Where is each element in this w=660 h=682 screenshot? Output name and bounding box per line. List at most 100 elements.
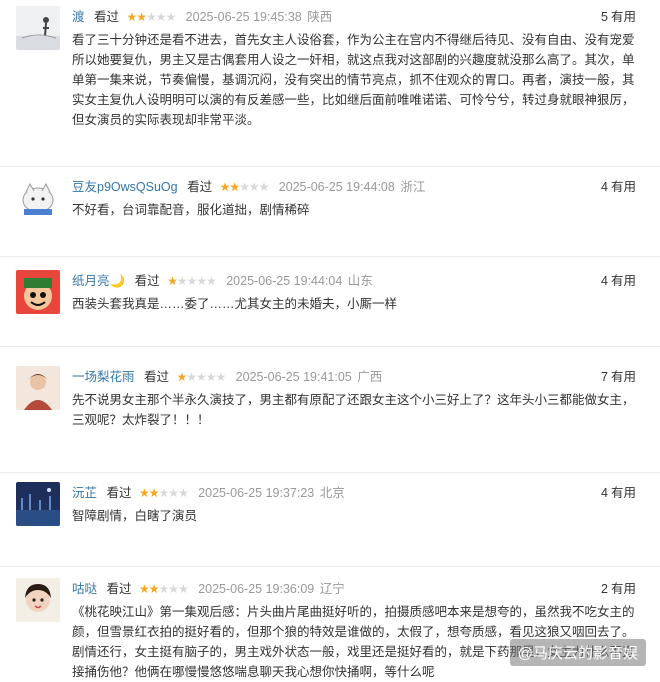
- useful-vote[interactable]: 4 有用: [601, 178, 636, 196]
- seen-label: 看过: [134, 274, 160, 288]
- comment-item: 纸月亮🌙 看过 ★★★★★ 2025-06-25 19:44:04 山东 4 有用…: [0, 264, 660, 347]
- vote-label: 有用: [610, 486, 636, 500]
- star-icon: ★: [146, 10, 157, 24]
- seen-label: 看过: [187, 180, 213, 194]
- star-icon: ★: [196, 370, 207, 384]
- vote-count: 4: [601, 180, 608, 194]
- avatar[interactable]: [16, 578, 60, 622]
- seen-label: 看过: [106, 486, 132, 500]
- rating-stars: ★★★★★: [167, 274, 218, 288]
- comment-text: 看了三十分钟还是看不进去，首先女主人设俗套，作为公主在宫内不得继后待见、没有自由…: [72, 33, 635, 127]
- useful-vote[interactable]: 4 有用: [601, 272, 636, 290]
- rating-stars: ★★★★★: [139, 582, 190, 596]
- star-icon: ★: [136, 10, 147, 24]
- useful-vote[interactable]: 7 有用: [601, 368, 636, 386]
- vote-label: 有用: [610, 10, 636, 24]
- comment-text: 西装头套我真是……委了……尤其女主的未婚夫，小厮一样: [72, 297, 398, 311]
- star-icon: ★: [176, 370, 188, 384]
- rating-stars: ★★★★★: [127, 10, 178, 24]
- vote-count: 4: [601, 486, 608, 500]
- vote-count: 2: [601, 582, 608, 596]
- vote-count: 7: [601, 370, 608, 384]
- star-icon: ★: [176, 274, 188, 288]
- vote-label: 有用: [610, 582, 636, 596]
- comment-item: 沅芷 看过 ★★★★★ 2025-06-25 19:37:23 北京 4 有用 智…: [0, 476, 660, 567]
- comment-item: 一场梨花雨 看过 ★★★★★ 2025-06-25 19:41:05 广西 7有…: [0, 360, 660, 473]
- avatar[interactable]: [16, 366, 60, 410]
- star-icon: ★: [205, 370, 217, 384]
- comment-time: 2025-06-25 19:44:08: [278, 180, 395, 194]
- avatar[interactable]: [16, 482, 60, 526]
- star-icon: ★: [186, 274, 198, 288]
- star-icon: ★: [178, 486, 189, 500]
- avatar[interactable]: [16, 176, 60, 220]
- star-icon: ★: [158, 582, 170, 596]
- comment-meta: 沅芷 看过 ★★★★★ 2025-06-25 19:37:23 北京: [72, 484, 345, 502]
- star-icon: ★: [148, 486, 160, 500]
- comment-item: 渡 看过 ★★★★★ 2025-06-25 19:45:38 陕西 5 有用 看了…: [0, 0, 660, 167]
- comment-text: 先不说男女主那个半永久演技了，男主都有原配了还跟女主这个小三好上了？这年头小三都…: [72, 393, 635, 427]
- vote-label: 有用: [610, 370, 636, 384]
- useful-vote[interactable]: 5 有用: [601, 8, 636, 26]
- username-link[interactable]: 渡: [72, 10, 85, 24]
- watermark: @马庆云的影音娱: [509, 639, 646, 666]
- useful-vote[interactable]: 2 有用: [601, 580, 636, 598]
- comment-location: 辽宁: [319, 582, 345, 596]
- star-icon: ★: [168, 582, 179, 596]
- comment-time: 2025-06-25 19:36:09: [198, 582, 315, 596]
- vote-count: 5: [601, 10, 608, 24]
- comment-text: 不好看，台词靠配音，服化道拙，剧情稀碎: [72, 203, 310, 217]
- star-icon: ★: [258, 180, 270, 194]
- star-icon: ★: [215, 370, 227, 384]
- comment-time: 2025-06-25 19:44:04: [226, 274, 343, 288]
- rating-stars: ★★★★★: [220, 180, 271, 194]
- star-icon: ★: [196, 274, 207, 288]
- star-icon: ★: [178, 582, 189, 596]
- star-icon: ★: [248, 180, 260, 194]
- comment-location: 北京: [319, 486, 345, 500]
- comment-text: 智障剧情，白瞎了演员: [72, 509, 198, 523]
- star-icon: ★: [168, 486, 179, 500]
- star-icon: ★: [158, 486, 170, 500]
- star-icon: ★: [139, 486, 150, 500]
- comment-meta: 豆友p9OwsQSuOg 看过 ★★★★★ 2025-06-25 19:44:0…: [72, 178, 425, 196]
- comment-meta: 渡 看过 ★★★★★ 2025-06-25 19:45:38 陕西: [72, 8, 332, 26]
- vote-count: 4: [601, 274, 608, 288]
- vote-label: 有用: [610, 180, 636, 194]
- comment-meta: 纸月亮🌙 看过 ★★★★★ 2025-06-25 19:44:04 山东: [72, 272, 373, 290]
- comment-meta: 一场梨花雨 看过 ★★★★★ 2025-06-25 19:41:05 广西: [72, 368, 382, 386]
- star-icon: ★: [126, 10, 138, 24]
- star-icon: ★: [206, 274, 217, 288]
- comment-time: 2025-06-25 19:41:05: [235, 370, 352, 384]
- star-icon: ★: [165, 10, 177, 24]
- rating-stars: ★★★★★: [139, 486, 190, 500]
- star-icon: ★: [155, 10, 167, 24]
- seen-label: 看过: [106, 582, 132, 596]
- avatar[interactable]: [16, 270, 60, 314]
- star-icon: ★: [229, 180, 240, 194]
- seen-label: 看过: [144, 370, 170, 384]
- star-icon: ★: [186, 370, 197, 384]
- comment-location: 广西: [357, 370, 383, 384]
- vote-label: 有用: [610, 274, 636, 288]
- username-link[interactable]: 纸月亮🌙: [72, 274, 125, 288]
- star-icon: ★: [148, 582, 160, 596]
- star-icon: ★: [239, 180, 250, 194]
- rating-stars: ★★★★★: [177, 370, 228, 384]
- comment-item: 豆友p9OwsQSuOg 看过 ★★★★★ 2025-06-25 19:44:0…: [0, 170, 660, 257]
- username-link[interactable]: 咕哒: [72, 582, 97, 596]
- username-link[interactable]: 沅芷: [72, 486, 97, 500]
- comment-meta: 咕哒 看过 ★★★★★ 2025-06-25 19:36:09 辽宁: [72, 580, 345, 598]
- avatar[interactable]: [16, 6, 60, 50]
- username-link[interactable]: 一场梨花雨: [72, 370, 135, 384]
- comment-location: 山东: [347, 274, 373, 288]
- comment-location: 陕西: [307, 10, 333, 24]
- useful-vote[interactable]: 4 有用: [601, 484, 636, 502]
- comment-time: 2025-06-25 19:45:38: [185, 10, 302, 24]
- star-icon: ★: [167, 274, 178, 288]
- username-link[interactable]: 豆友p9OwsQSuOg: [72, 180, 178, 194]
- star-icon: ★: [139, 582, 150, 596]
- star-icon: ★: [219, 180, 231, 194]
- seen-label: 看过: [94, 10, 120, 24]
- comment-location: 浙江: [400, 180, 426, 194]
